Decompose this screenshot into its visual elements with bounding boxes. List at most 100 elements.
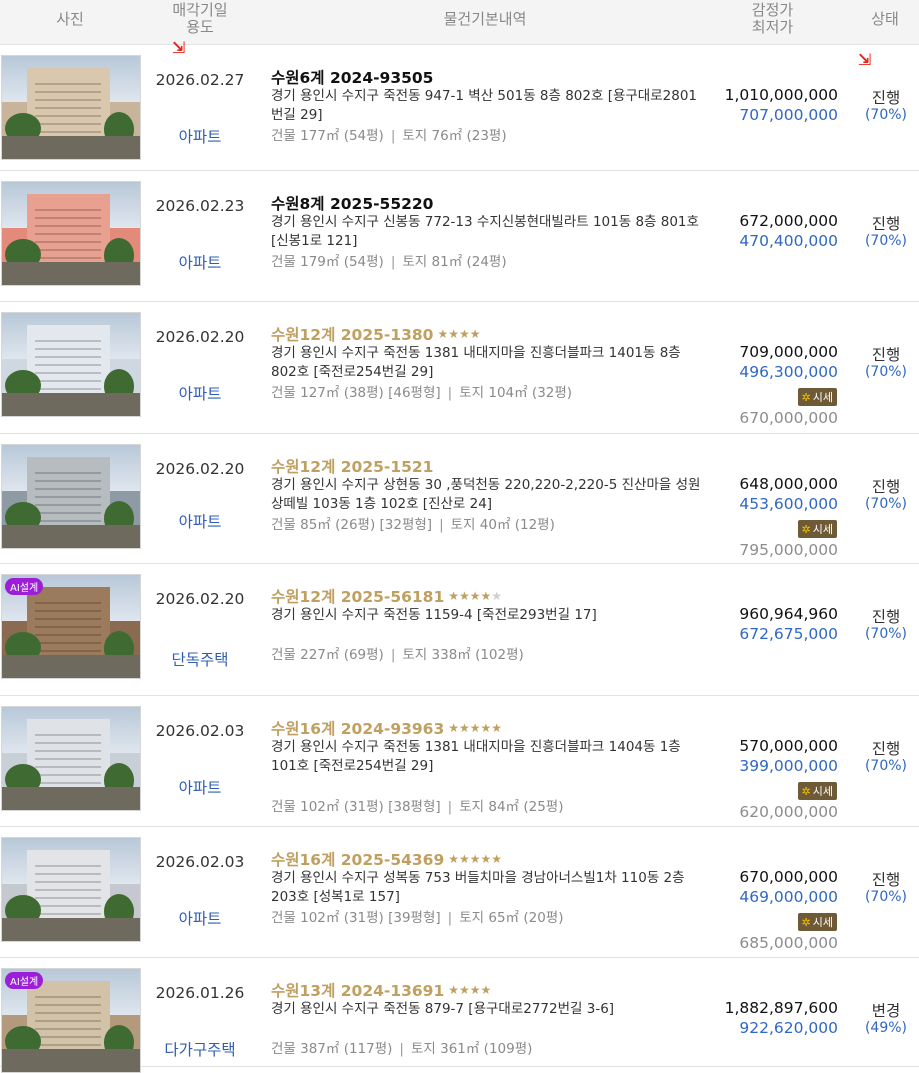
header-info: 물건기본내역 bbox=[443, 10, 527, 28]
market-price: 620,000,000 bbox=[739, 803, 838, 821]
property-usage[interactable]: 아파트 bbox=[150, 510, 250, 532]
area-info: 건물 85㎡ (26평) [32평형] | 토지 40㎡ (12평) bbox=[271, 513, 555, 533]
separator: | bbox=[390, 128, 396, 144]
property-usage[interactable]: 다가구주택 bbox=[150, 1038, 250, 1060]
building-area: 건물 177㎡ (54평) bbox=[271, 128, 384, 144]
status-text: 진행 bbox=[871, 478, 901, 496]
case-number-text[interactable]: 수원16계 2024-93963 bbox=[271, 720, 444, 738]
building-area: 건물 85㎡ (26평) [32평형] bbox=[271, 517, 433, 533]
case-number-text[interactable]: 수원12계 2025-56181 bbox=[271, 588, 444, 606]
auction-row[interactable]: 2026.02.27 아파트 수원6계 2024-93505 경기 용인시 수지구 죽… bbox=[0, 45, 919, 171]
land-area: 토지 40㎡ (12평) bbox=[450, 517, 555, 533]
property-photo[interactable] bbox=[1, 444, 141, 549]
header-price: 감정가 최저가 bbox=[720, 2, 825, 36]
ai-design-badge: AI설계 bbox=[5, 578, 44, 595]
status-text: 진행 bbox=[871, 215, 901, 233]
market-price-badge[interactable]: ✲ 시세 bbox=[797, 782, 837, 800]
header-usage-label: 용도 bbox=[186, 18, 214, 36]
land-area: 토지 338㎡ (102평) bbox=[402, 647, 524, 663]
auction-row[interactable]: 2026.02.20 아파트 수원12계 2025-1380 ★★★★ 경기 용인시 수… bbox=[0, 302, 919, 434]
minimum-price: 399,000,000 bbox=[739, 757, 838, 775]
case-number-text[interactable]: 수원13계 2024-13691 bbox=[271, 982, 444, 1000]
property-usage[interactable]: 아파트 bbox=[150, 251, 250, 273]
header-status: 상태 bbox=[871, 10, 899, 28]
case-number-text[interactable]: 수원12계 2025-1521 bbox=[271, 458, 433, 476]
case-number-text[interactable]: 수원16계 2025-54369 bbox=[271, 851, 444, 869]
sale-date: 2026.02.20 bbox=[155, 460, 245, 478]
building-area: 건물 227㎡ (69평) bbox=[271, 647, 384, 663]
status-text: 진행 bbox=[871, 871, 901, 889]
address: 경기 용인시 수지구 죽전동 947-1 벽산 501동 8층 802호 [용구… bbox=[271, 88, 697, 123]
land-area: 토지 65㎡ (20평) bbox=[459, 910, 564, 926]
address: 경기 용인시 수지구 성복동 753 버들치마을 경남아너스빌1차 110동 2… bbox=[271, 870, 685, 905]
auction-list: 2026.02.27 아파트 수원6계 2024-93505 경기 용인시 수지구 죽… bbox=[0, 45, 919, 1073]
property-photo[interactable]: AI설계 bbox=[1, 968, 141, 1073]
status-percent: (70%) bbox=[864, 364, 908, 380]
property-usage[interactable]: 아파트 bbox=[150, 776, 250, 798]
property-usage[interactable]: 아파트 bbox=[150, 125, 250, 147]
auction-row[interactable]: 2026.02.03 아파트 수원16계 2024-93963 ★★★★★ 경기 용인시… bbox=[0, 696, 919, 827]
case-number[interactable]: 수원12계 2025-1380 ★★★★ bbox=[271, 323, 481, 345]
land-area: 토지 81㎡ (24평) bbox=[402, 254, 507, 270]
sale-date: 2026.02.23 bbox=[155, 197, 245, 215]
case-number-text[interactable]: 수원8계 2025-55220 bbox=[271, 195, 433, 213]
auction-row[interactable]: 2026.02.23 아파트 수원8계 2025-55220 경기 용인시 수지구 신… bbox=[0, 171, 919, 302]
status-text: 진행 bbox=[871, 740, 901, 758]
case-number[interactable]: 수원16계 2025-54369 ★★★★★ bbox=[271, 848, 502, 870]
appraisal-price: 1,010,000,000 bbox=[724, 86, 838, 104]
case-number[interactable]: 수원8계 2025-55220 bbox=[271, 192, 433, 214]
appraisal-price: 709,000,000 bbox=[739, 343, 838, 361]
case-number-text[interactable]: 수원12계 2025-1380 bbox=[271, 326, 433, 344]
case-number[interactable]: 수원12계 2025-56181 ★★★★★ bbox=[271, 585, 502, 607]
auction-row[interactable]: AI설계 2026.01.26 다가구주택 수원13계 2024-13691 ★★★★ 경… bbox=[0, 958, 919, 1073]
sale-date: 2026.02.20 bbox=[155, 328, 245, 346]
property-photo[interactable]: AI설계 bbox=[1, 574, 141, 679]
minimum-price: 922,620,000 bbox=[739, 1019, 838, 1037]
rating-stars: ★★★★★ bbox=[448, 589, 503, 603]
property-usage[interactable]: 아파트 bbox=[150, 907, 250, 929]
sale-date: 2026.01.26 bbox=[155, 984, 245, 1002]
table-header: 사진 매각기일 용도 물건기본내역 감정가 최저가 상태 ⇲ ⇲ bbox=[0, 0, 919, 69]
market-badge-label: 시세 bbox=[812, 785, 833, 798]
market-icon: ✲ bbox=[801, 523, 811, 536]
auction-row[interactable]: AI설계 2026.02.20 단독주택 수원12계 2025-56181 ★★★★★ 경… bbox=[0, 564, 919, 696]
property-photo[interactable] bbox=[1, 837, 141, 942]
area-info: 건물 177㎡ (54평) | 토지 76㎡ (23평) bbox=[271, 124, 507, 144]
status-text: 진행 bbox=[871, 346, 901, 364]
land-area: 토지 84㎡ (25평) bbox=[459, 799, 564, 815]
address: 경기 용인시 수지구 죽전동 1159-4 [죽전로293번길 17] bbox=[271, 607, 597, 623]
building-area: 건물 387㎡ (117평) bbox=[271, 1041, 393, 1057]
area-info: 건물 387㎡ (117평) | 토지 361㎡ (109평) bbox=[271, 1037, 532, 1057]
property-usage[interactable]: 아파트 bbox=[150, 382, 250, 404]
sale-date: 2026.02.03 bbox=[155, 722, 245, 740]
property-photo[interactable] bbox=[1, 706, 141, 811]
market-price-badge[interactable]: ✲ 시세 bbox=[797, 520, 837, 538]
market-price: 685,000,000 bbox=[739, 934, 838, 952]
market-icon: ✲ bbox=[801, 916, 811, 929]
separator: | bbox=[447, 799, 453, 815]
property-photo[interactable] bbox=[1, 181, 141, 286]
property-photo[interactable] bbox=[1, 55, 141, 160]
building-area: 건물 127㎡ (38평) [46평형] bbox=[271, 385, 441, 401]
status-percent: (70%) bbox=[864, 889, 908, 905]
market-price-badge[interactable]: ✲ 시세 bbox=[797, 388, 837, 406]
rating-stars: ★★★★★ bbox=[448, 721, 503, 735]
status-percent: (49%) bbox=[864, 1020, 908, 1036]
appraisal-price: 670,000,000 bbox=[739, 868, 838, 886]
market-price-badge[interactable]: ✲ 시세 bbox=[797, 913, 837, 931]
area-info: 건물 102㎡ (31평) [38평형] | 토지 84㎡ (25평) bbox=[271, 795, 563, 815]
auction-row[interactable]: 2026.02.20 아파트 수원12계 2025-1521 경기 용인시 수지구 상… bbox=[0, 434, 919, 564]
area-info: 건물 102㎡ (31평) [39평형] | 토지 65㎡ (20평) bbox=[271, 906, 563, 926]
property-usage[interactable]: 단독주택 bbox=[150, 648, 250, 670]
case-number-text[interactable]: 수원6계 2024-93505 bbox=[271, 69, 433, 87]
building-area: 건물 102㎡ (31평) [38평형] bbox=[271, 799, 441, 815]
case-number[interactable]: 수원6계 2024-93505 bbox=[271, 66, 433, 88]
case-number[interactable]: 수원12계 2025-1521 bbox=[271, 455, 433, 477]
market-badge-label: 시세 bbox=[812, 391, 833, 404]
case-number[interactable]: 수원16계 2024-93963 ★★★★★ bbox=[271, 717, 502, 739]
land-area: 토지 361㎡ (109평) bbox=[410, 1041, 533, 1057]
auction-row[interactable]: 2026.02.03 아파트 수원16계 2025-54369 ★★★★★ 경기 용인시… bbox=[0, 827, 919, 958]
market-price: 795,000,000 bbox=[739, 541, 838, 559]
property-photo[interactable] bbox=[1, 312, 141, 417]
case-number[interactable]: 수원13계 2024-13691 ★★★★ bbox=[271, 979, 491, 1001]
